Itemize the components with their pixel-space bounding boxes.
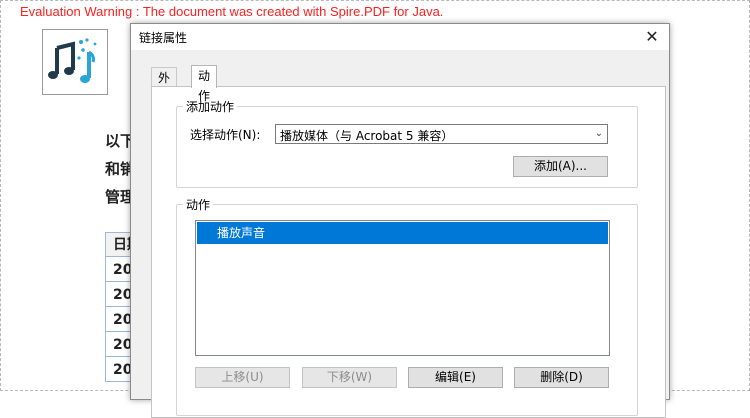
- delete-button[interactable]: 删除(D): [514, 367, 609, 388]
- action-type-value: 播放媒体（与 Acrobat 5 兼容）: [280, 129, 454, 143]
- action-type-select[interactable]: 播放媒体（与 Acrobat 5 兼容） ⌄: [275, 124, 608, 144]
- actions-listbox[interactable]: 播放声音: [195, 220, 610, 356]
- actions-tab-panel: 添加动作 选择动作(N): 播放媒体（与 Acrobat 5 兼容） ⌄ 添加(…: [151, 86, 666, 418]
- move-up-button[interactable]: 上移(U): [195, 367, 290, 388]
- actions-group-label: 动作: [183, 196, 214, 213]
- tab-actions[interactable]: 动作: [191, 65, 218, 103]
- actions-group: 动作 播放声音 上移(U) 下移(W) 编辑(E) 删除(D): [176, 196, 638, 416]
- move-down-button[interactable]: 下移(W): [302, 367, 397, 388]
- list-item[interactable]: 播放声音: [197, 222, 608, 244]
- add-action-group: 添加动作 选择动作(N): 播放媒体（与 Acrobat 5 兼容） ⌄ 添加(…: [176, 98, 638, 188]
- music-logo: [42, 29, 108, 95]
- select-action-label: 选择动作(N):: [190, 128, 261, 142]
- evaluation-warning: Evaluation Warning : The document was cr…: [20, 4, 444, 19]
- add-action-button[interactable]: 添加(A)...: [513, 156, 608, 177]
- chevron-down-icon[interactable]: ⌄: [591, 125, 607, 143]
- dialog-title: 链接属性: [139, 31, 188, 45]
- dialog-titlebar[interactable]: 链接属性 ✕: [131, 24, 669, 50]
- close-icon[interactable]: ✕: [641, 26, 663, 48]
- tab-appearance[interactable]: 外观: [151, 67, 178, 105]
- music-notes-icon: [48, 38, 97, 83]
- edit-button[interactable]: 编辑(E): [408, 367, 503, 388]
- link-properties-dialog: 链接属性 ✕ 外观 动作 添加动作 选择动作(N): 播放媒体（与 Acroba…: [130, 23, 670, 418]
